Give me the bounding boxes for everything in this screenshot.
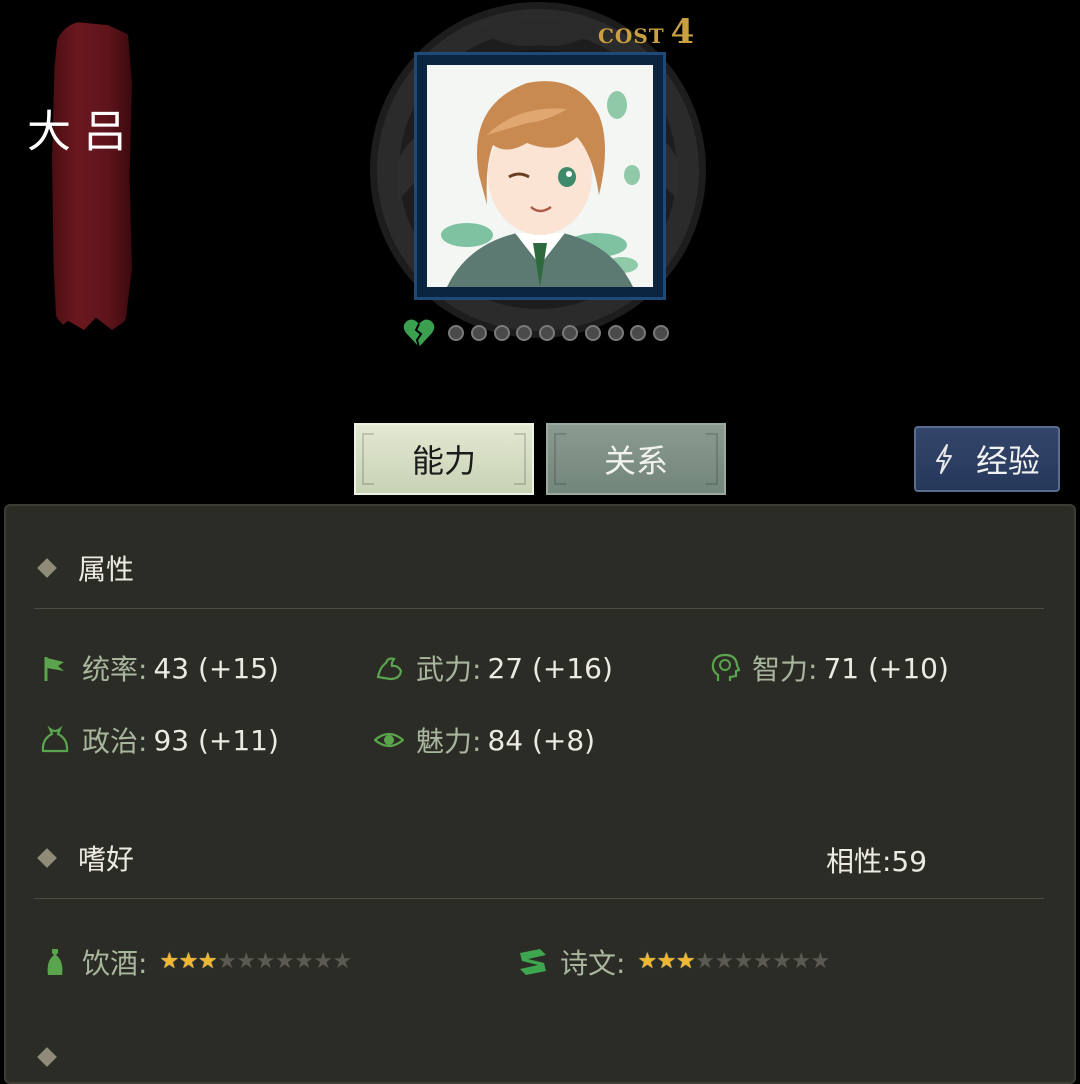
affection-dot xyxy=(493,325,510,341)
cost-indicator: COST 4 xyxy=(598,12,694,52)
name-char: 吕 xyxy=(75,108,126,152)
hobby-label: 诗文: xyxy=(560,947,626,980)
star-empty-icon: ★ xyxy=(332,949,353,974)
affection-dot xyxy=(561,325,578,341)
experience-label: 经验 xyxy=(975,442,1040,480)
tab-edge-decoration xyxy=(514,433,526,485)
affection-dot xyxy=(584,325,601,341)
stat-strength: 武力: 27 (+16) xyxy=(374,648,613,688)
star-filled-icon: ★ xyxy=(675,949,696,974)
affection-dot xyxy=(607,325,624,341)
name-char: 大 xyxy=(19,108,70,152)
affection-dot xyxy=(630,325,647,341)
star-empty-icon: ★ xyxy=(772,949,792,974)
affection-dot xyxy=(448,325,464,341)
star-empty-icon: ★ xyxy=(236,949,257,974)
portrait-frame[interactable] xyxy=(414,52,666,300)
stat-value: 71 (+10) xyxy=(823,651,949,685)
star-filled-icon: ★ xyxy=(178,949,199,974)
hobby-poetry: 诗文: ★ ★ ★ ★ ★ ★ ★ ★ ★ ★ xyxy=(518,942,830,982)
stat-charisma: 魅力: 84 (+8) xyxy=(374,720,595,760)
tab-label: 能力 xyxy=(411,442,476,480)
star-empty-icon: ★ xyxy=(313,949,334,974)
star-empty-icon: ★ xyxy=(752,949,773,974)
star-empty-icon: ★ xyxy=(255,949,276,974)
cost-value: 4 xyxy=(670,12,695,52)
hobby-drinking: 饮酒: ★ ★ ★ ★ ★ ★ ★ ★ ★ ★ xyxy=(40,942,352,982)
diamond-bullet-icon xyxy=(37,1047,57,1067)
flag-icon xyxy=(44,657,64,681)
tab-edge-decoration xyxy=(706,433,718,485)
wine-bottle-icon xyxy=(47,949,63,975)
eye-icon xyxy=(374,732,404,748)
section-title: 嗜好 xyxy=(78,843,135,876)
brain-head-icon xyxy=(711,653,740,681)
cost-label: COST xyxy=(598,24,665,48)
muscle-arm-icon xyxy=(376,657,403,681)
character-portrait xyxy=(427,65,653,287)
affection-dot xyxy=(653,325,670,341)
diamond-bullet-icon xyxy=(37,558,57,578)
affinity-value: 相性:59 xyxy=(826,845,928,878)
star-empty-icon: ★ xyxy=(791,949,812,974)
affection-dot xyxy=(539,325,556,341)
stat-value: 84 (+8) xyxy=(487,723,596,757)
ability-panel xyxy=(4,504,1076,1084)
scroll-icon xyxy=(520,949,546,975)
stat-label: 政治: xyxy=(82,725,148,758)
stat-intelligence: 智力: 71 (+10) xyxy=(710,648,949,688)
money-bag-icon xyxy=(41,725,69,753)
stat-value: 93 (+11) xyxy=(153,723,279,757)
tab-edge-decoration xyxy=(362,433,374,485)
star-empty-icon: ★ xyxy=(714,949,735,974)
section-divider xyxy=(34,898,1044,899)
attributes-header: 属性 xyxy=(37,548,135,588)
broken-heart-icon xyxy=(403,319,435,348)
stat-label: 统率: xyxy=(82,653,148,686)
star-empty-icon: ★ xyxy=(810,949,831,974)
star-filled-icon: ★ xyxy=(197,949,218,974)
star-rating: ★ ★ ★ ★ ★ ★ ★ ★ ★ ★ xyxy=(637,949,831,974)
experience-button[interactable]: 经验 xyxy=(914,426,1060,492)
stat-label: 魅力: xyxy=(416,725,482,758)
affection-dot xyxy=(516,325,533,341)
section-divider xyxy=(34,608,1044,609)
stat-label: 武力: xyxy=(416,653,482,686)
stat-label: 智力: xyxy=(752,653,818,686)
star-rating: ★ ★ ★ ★ ★ ★ ★ ★ ★ ★ xyxy=(159,949,353,974)
hobby-label: 饮酒: xyxy=(82,947,148,980)
star-filled-icon: ★ xyxy=(637,949,658,974)
next-section-header xyxy=(37,1047,78,1067)
diamond-bullet-icon xyxy=(37,848,57,868)
star-empty-icon: ★ xyxy=(294,949,314,974)
stat-politics: 政治: 93 (+11) xyxy=(40,720,279,760)
star-filled-icon: ★ xyxy=(159,949,180,974)
affection-meter xyxy=(402,316,676,350)
tab-edge-decoration xyxy=(554,433,566,485)
star-empty-icon: ★ xyxy=(733,949,754,974)
tab-ability[interactable]: 能力 xyxy=(354,423,534,495)
name-banner xyxy=(52,22,132,330)
star-empty-icon: ★ xyxy=(217,949,237,974)
section-title: 属性 xyxy=(78,553,135,586)
affection-dots xyxy=(448,325,676,341)
star-filled-icon: ★ xyxy=(656,949,677,974)
lightning-icon xyxy=(935,444,952,474)
stat-leadership: 统率: 43 (+15) xyxy=(40,648,279,688)
character-name: 吕 大 xyxy=(19,108,128,152)
stat-value: 43 (+15) xyxy=(153,651,279,685)
tab-label: 关系 xyxy=(603,442,668,480)
star-empty-icon: ★ xyxy=(695,949,715,974)
star-empty-icon: ★ xyxy=(274,949,295,974)
stat-value: 27 (+16) xyxy=(487,651,613,685)
affection-dot xyxy=(470,325,487,341)
hobbies-header: 嗜好 xyxy=(37,838,135,878)
tab-relation[interactable]: 关系 xyxy=(546,423,726,495)
